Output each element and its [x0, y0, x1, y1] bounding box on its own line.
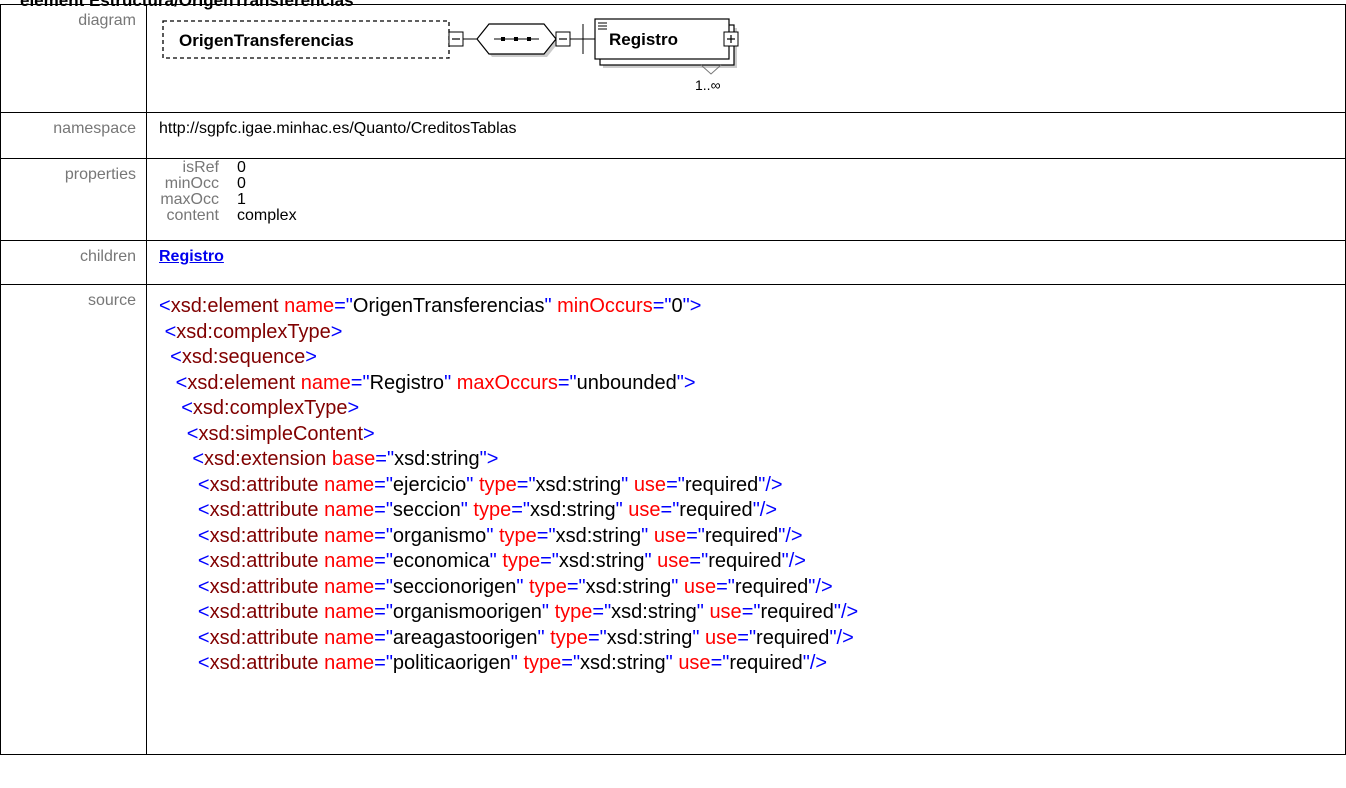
properties-row: properties isRef 0 minOcc 0 maxOcc 1 con…	[0, 158, 1346, 241]
element-name-text: OrigenTransferencias	[179, 31, 354, 50]
sequence-collapse-toggle-icon[interactable]	[555, 31, 571, 47]
source-line: <xsd:attribute name="seccion" type="xsd:…	[197, 499, 778, 521]
source-line: <xsd:attribute name="organismoorigen" ty…	[197, 601, 859, 623]
source-label: source	[0, 284, 147, 755]
sequence-compositor-icon	[476, 23, 559, 57]
schema-diagram: OrigenTransferencias Registro 1..∞	[159, 12, 759, 102]
diagram-row: diagram OrigenTransferencias Registro 1.…	[0, 4, 1346, 113]
source-row: source <xsd:element name="OrigenTransfer…	[0, 284, 1346, 755]
source-line: <xsd:attribute name="organismo" type="xs…	[197, 524, 803, 547]
namespace-label: namespace	[0, 112, 147, 159]
source-code: <xsd:element name="OrigenTransferencias"…	[159, 294, 1345, 677]
property-isref: isRef 0	[182, 159, 246, 176]
source-line: <xsd:element name="OrigenTransferencias"…	[159, 295, 702, 317]
collapse-toggle-icon[interactable]	[448, 31, 464, 47]
source-line: <xsd:attribute name="politicaorigen" typ…	[197, 652, 828, 674]
properties-label: properties	[0, 158, 147, 241]
diagram-cell: OrigenTransferencias Registro 1..∞	[146, 4, 1346, 113]
diagram-label: diagram	[0, 4, 147, 113]
source-cell: <xsd:element name="OrigenTransferencias"…	[146, 284, 1346, 755]
source-line: <xsd:sequence>	[170, 346, 317, 368]
children-row: children Registro	[0, 240, 1346, 285]
properties-list: isRef 0 minOcc 0 maxOcc 1 content comple…	[159, 160, 1345, 224]
documentation-table: diagram OrigenTransferencias Registro 1.…	[0, 4, 1346, 755]
property-maxocc: maxOcc 1	[160, 191, 246, 208]
source-line: <xsd:attribute name="areagastoorigen" ty…	[197, 626, 854, 649]
namespace-value: http://sgpfc.igae.minhac.es/Quanto/Credi…	[146, 112, 1346, 159]
property-minocc: minOcc 0	[164, 175, 246, 192]
expand-toggle-icon[interactable]	[723, 31, 739, 47]
child-link-registro[interactable]: Registro	[159, 248, 224, 265]
source-line: <xsd:attribute name="seccionorigen" type…	[197, 575, 833, 598]
source-line: <xsd:complexType>	[181, 397, 360, 419]
namespace-row: namespace http://sgpfc.igae.minhac.es/Qu…	[0, 112, 1346, 159]
children-cell: Registro	[146, 240, 1346, 285]
source-line: <xsd:attribute name="economica" type="xs…	[197, 550, 806, 572]
cardinality-text: 1..∞	[695, 77, 721, 93]
children-label: children	[0, 240, 147, 285]
source-line: <xsd:simpleContent>	[186, 422, 375, 445]
source-line: <xsd:extension base="xsd:string">	[192, 448, 499, 470]
child-element-name-text: Registro	[609, 30, 678, 49]
source-line: <xsd:attribute name="ejercicio" type="xs…	[197, 473, 783, 496]
source-line: <xsd:element name="Registro" maxOccurs="…	[175, 371, 696, 394]
source-line: <xsd:complexType>	[164, 320, 343, 343]
schema-diagram-svg: OrigenTransferencias Registro 1..∞	[162, 18, 739, 93]
properties-cell: isRef 0 minOcc 0 maxOcc 1 content comple…	[146, 158, 1346, 241]
property-content: content complex	[166, 207, 297, 224]
